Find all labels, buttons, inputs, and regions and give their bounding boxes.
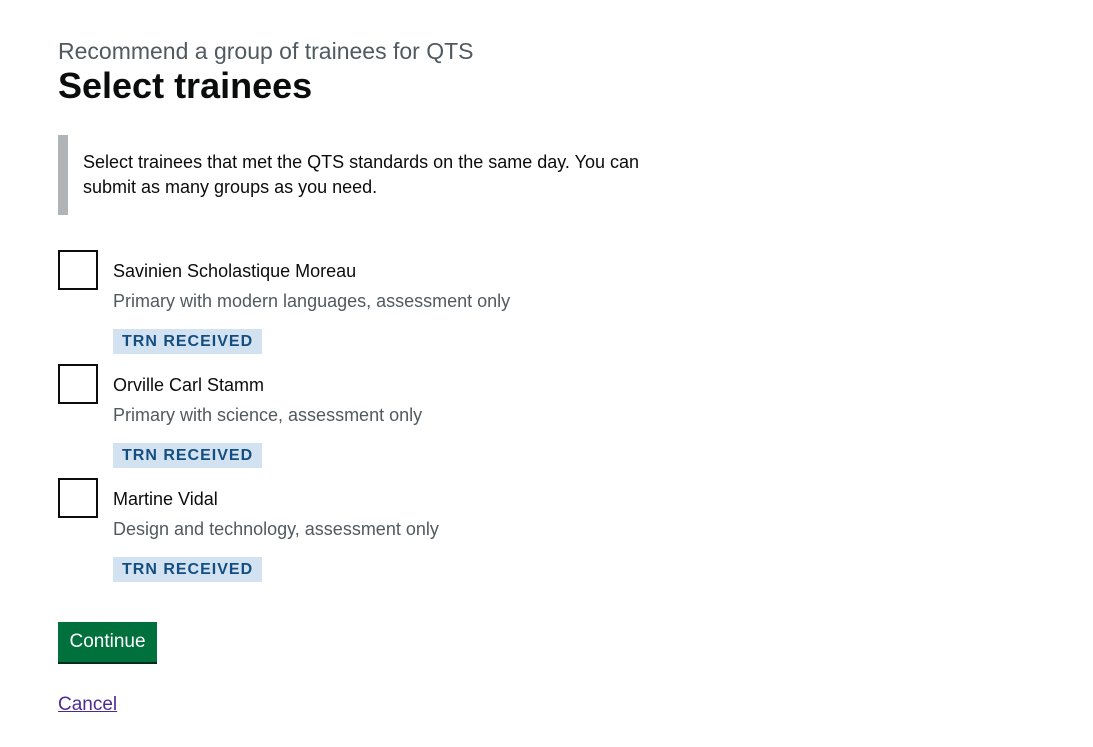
trainee-course: Primary with science, assessment only — [113, 405, 423, 425]
trainee-name[interactable]: Martine Vidal — [113, 487, 218, 511]
continue-button[interactable]: Continue — [58, 622, 157, 662]
page-title: Select trainees — [58, 65, 313, 106]
cancel-link[interactable]: Cancel — [58, 692, 117, 717]
trainee-item: Savinien Scholastique Moreau Primary wit… — [58, 250, 678, 364]
status-tag: TRN RECEIVED — [113, 557, 263, 582]
trainee-checkbox[interactable] — [58, 364, 98, 404]
trainee-checkbox[interactable] — [58, 478, 98, 518]
trainee-checkbox[interactable] — [58, 250, 98, 290]
status-tag: TRN RECEIVED — [113, 329, 263, 354]
trainee-item: Orville Carl Stamm Primary with science,… — [58, 364, 678, 478]
inset-text: Select trainees that met the QTS standar… — [58, 135, 658, 215]
page-caption: Recommend a group of trainees for QTS — [58, 38, 474, 64]
trainee-name[interactable]: Savinien Scholastique Moreau — [113, 259, 356, 283]
trainee-course: Design and technology, assessment only — [113, 519, 439, 539]
page: Recommend a group of trainees for QTS Se… — [0, 0, 1093, 747]
trainee-name[interactable]: Orville Carl Stamm — [113, 373, 264, 397]
status-tag: TRN RECEIVED — [113, 443, 263, 468]
trainee-item: Martine Vidal Design and technology, ass… — [58, 478, 678, 592]
trainee-course: Primary with modern languages, assessmen… — [113, 291, 511, 311]
